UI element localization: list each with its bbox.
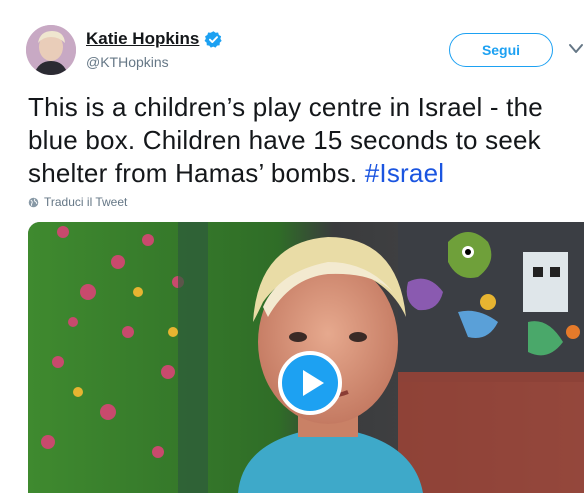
follow-button-label: Segui [481,42,521,58]
translate-label: Traduci il Tweet [44,195,128,209]
hashtag-link[interactable]: #Israel [365,158,444,188]
play-icon[interactable] [278,351,342,415]
chevron-down-icon[interactable] [568,42,584,56]
author-name-link[interactable]: Katie Hopkins [86,29,223,49]
follow-button[interactable]: Segui [449,33,553,67]
author-handle: @KTHopkins [86,54,169,70]
tweet-body: This is a children’s play centre in Isra… [28,92,543,188]
avatar-image [26,25,76,75]
tweet-text: This is a children’s play centre in Isra… [28,91,578,190]
verified-badge-icon [204,30,223,48]
avatar[interactable] [26,25,76,75]
translate-tweet-link[interactable]: Traduci il Tweet [28,195,127,209]
author-name: Katie Hopkins [86,29,200,48]
globe-icon [28,197,39,207]
